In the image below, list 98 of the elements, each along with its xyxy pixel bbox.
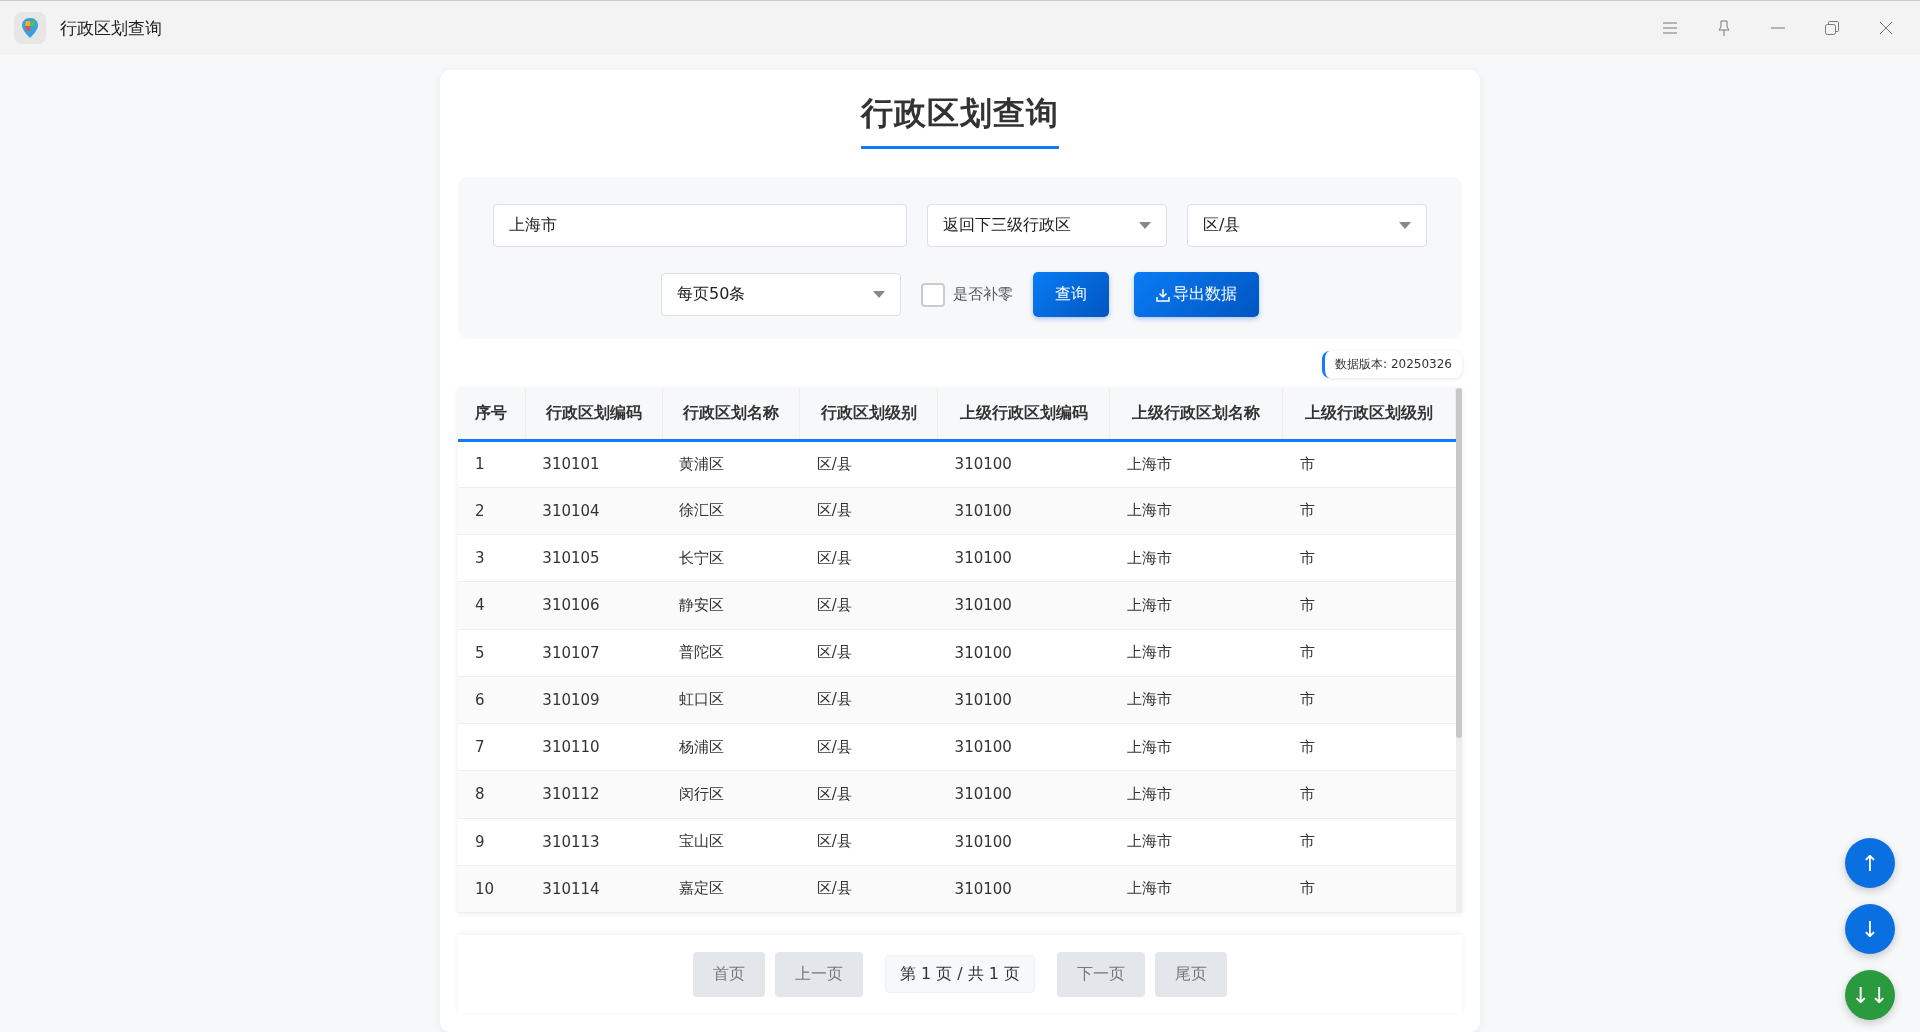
- table-cell: 310100: [937, 723, 1110, 771]
- caret-icon: [1399, 222, 1411, 229]
- table-cell: 市: [1282, 581, 1456, 629]
- table-cell: 310112: [525, 770, 663, 818]
- table-cell: 区/县: [799, 723, 938, 771]
- table-cell: 上海市: [1109, 865, 1283, 913]
- table-cell: 8: [458, 770, 526, 818]
- table-cell: 区/县: [799, 629, 938, 677]
- column-header: 上级行政区划级别: [1282, 388, 1456, 440]
- table-cell: 3: [458, 534, 526, 582]
- table-cell: 区/县: [799, 770, 938, 818]
- table-cell: 黄浦区: [662, 440, 800, 488]
- table-cell: 区/县: [799, 581, 938, 629]
- table-cell: 区/县: [799, 534, 938, 582]
- data-version-tag: 数据版本: 20250326: [1322, 351, 1462, 378]
- scroll-button[interactable]: ↓: [1845, 904, 1895, 954]
- table-cell: 闵行区: [662, 770, 800, 818]
- table-cell: 市: [1282, 629, 1456, 677]
- column-header: 上级行政区划编码: [937, 388, 1110, 440]
- table-cell: 310104: [525, 487, 663, 535]
- table-cell: 1: [458, 440, 526, 488]
- table-cell: 市: [1282, 770, 1456, 818]
- table-cell: 虹口区: [662, 676, 800, 724]
- column-header: 序号: [458, 388, 526, 440]
- level-select[interactable]: 区/县: [1187, 204, 1427, 247]
- table-cell: 市: [1282, 440, 1456, 488]
- table-cell: 310100: [937, 629, 1110, 677]
- table-cell: 6: [458, 676, 526, 724]
- table-cell: 普陀区: [662, 629, 800, 677]
- table-cell: 310109: [525, 676, 663, 724]
- export-button[interactable]: 导出数据: [1134, 272, 1259, 317]
- table-cell: 7: [458, 723, 526, 771]
- scroll-button[interactable]: ↑: [1845, 838, 1895, 888]
- table-cell: 嘉定区: [662, 865, 800, 913]
- column-header: 行政区划编码: [525, 388, 663, 440]
- table-cell: 市: [1282, 534, 1456, 582]
- table-cell: 区/县: [799, 865, 938, 913]
- table-cell: 310100: [937, 440, 1110, 488]
- table-cell: 4: [458, 581, 526, 629]
- table-cell: 市: [1282, 818, 1456, 866]
- table-cell: 区/县: [799, 676, 938, 724]
- table-cell: 长宁区: [662, 534, 800, 582]
- scroll-button[interactable]: ↓↓: [1845, 970, 1895, 1020]
- table-cell: 上海市: [1109, 487, 1283, 535]
- table-cell: 310113: [525, 818, 663, 866]
- table-cell: 310106: [525, 581, 663, 629]
- table-cell: 区/县: [799, 818, 938, 866]
- table-cell: 上海市: [1109, 723, 1283, 771]
- page-indicator: 第 1 页 / 共 1 页: [884, 955, 1036, 993]
- table-cell: 10: [458, 865, 526, 913]
- table-cell: 上海市: [1109, 818, 1283, 866]
- page-heading: 行政区划查询: [861, 92, 1059, 149]
- table-cell: 上海市: [1109, 770, 1283, 818]
- table-cell: 310100: [937, 676, 1110, 724]
- table-cell: 上海市: [1109, 440, 1283, 488]
- checkbox-label: 是否补零: [953, 285, 1013, 304]
- column-header: 上级行政区划名称: [1109, 388, 1283, 440]
- table-cell: 静安区: [662, 581, 800, 629]
- table-cell: 310114: [525, 865, 663, 913]
- map-pin-icon: [14, 12, 46, 44]
- table-cell: 区/县: [799, 440, 938, 488]
- table-cell: 市: [1282, 865, 1456, 913]
- scrollbar[interactable]: [1456, 388, 1462, 913]
- table-cell: 市: [1282, 487, 1456, 535]
- table-cell: 310100: [937, 865, 1110, 913]
- table-cell: 310100: [937, 818, 1110, 866]
- region-input[interactable]: 上海市: [493, 204, 907, 247]
- table-cell: 上海市: [1109, 629, 1283, 677]
- table-cell: 310100: [937, 487, 1110, 535]
- table-cell: 宝山区: [662, 818, 800, 866]
- table-cell: 杨浦区: [662, 723, 800, 771]
- column-header: 行政区划名称: [662, 388, 800, 440]
- caret-icon: [873, 291, 885, 298]
- table-cell: 310110: [525, 723, 663, 771]
- table-cell: 2: [458, 487, 526, 535]
- table-cell: 市: [1282, 723, 1456, 771]
- table-cell: 310105: [525, 534, 663, 582]
- table-cell: 市: [1282, 676, 1456, 724]
- caret-icon: [1139, 222, 1151, 229]
- page-size-select[interactable]: 每页50条: [661, 273, 901, 316]
- table-cell: 310107: [525, 629, 663, 677]
- table-cell: 5: [458, 629, 526, 677]
- table-cell: 上海市: [1109, 534, 1283, 582]
- table-cell: 上海市: [1109, 676, 1283, 724]
- table-cell: 310101: [525, 440, 663, 488]
- table-cell: 310100: [937, 534, 1110, 582]
- download-icon: [1156, 287, 1170, 302]
- table-cell: 区/县: [799, 487, 938, 535]
- table-cell: 徐汇区: [662, 487, 800, 535]
- zero-pad-checkbox[interactable]: [921, 282, 945, 307]
- table-cell: 上海市: [1109, 581, 1283, 629]
- column-header: 行政区划级别: [799, 388, 938, 440]
- scope-select[interactable]: 返回下三级行政区: [927, 204, 1167, 247]
- window-title: 行政区划查询: [60, 16, 163, 40]
- query-button[interactable]: 查询: [1033, 272, 1109, 317]
- table-cell: 310100: [937, 581, 1110, 629]
- table-cell: 9: [458, 818, 526, 866]
- table-cell: 310100: [937, 770, 1110, 818]
